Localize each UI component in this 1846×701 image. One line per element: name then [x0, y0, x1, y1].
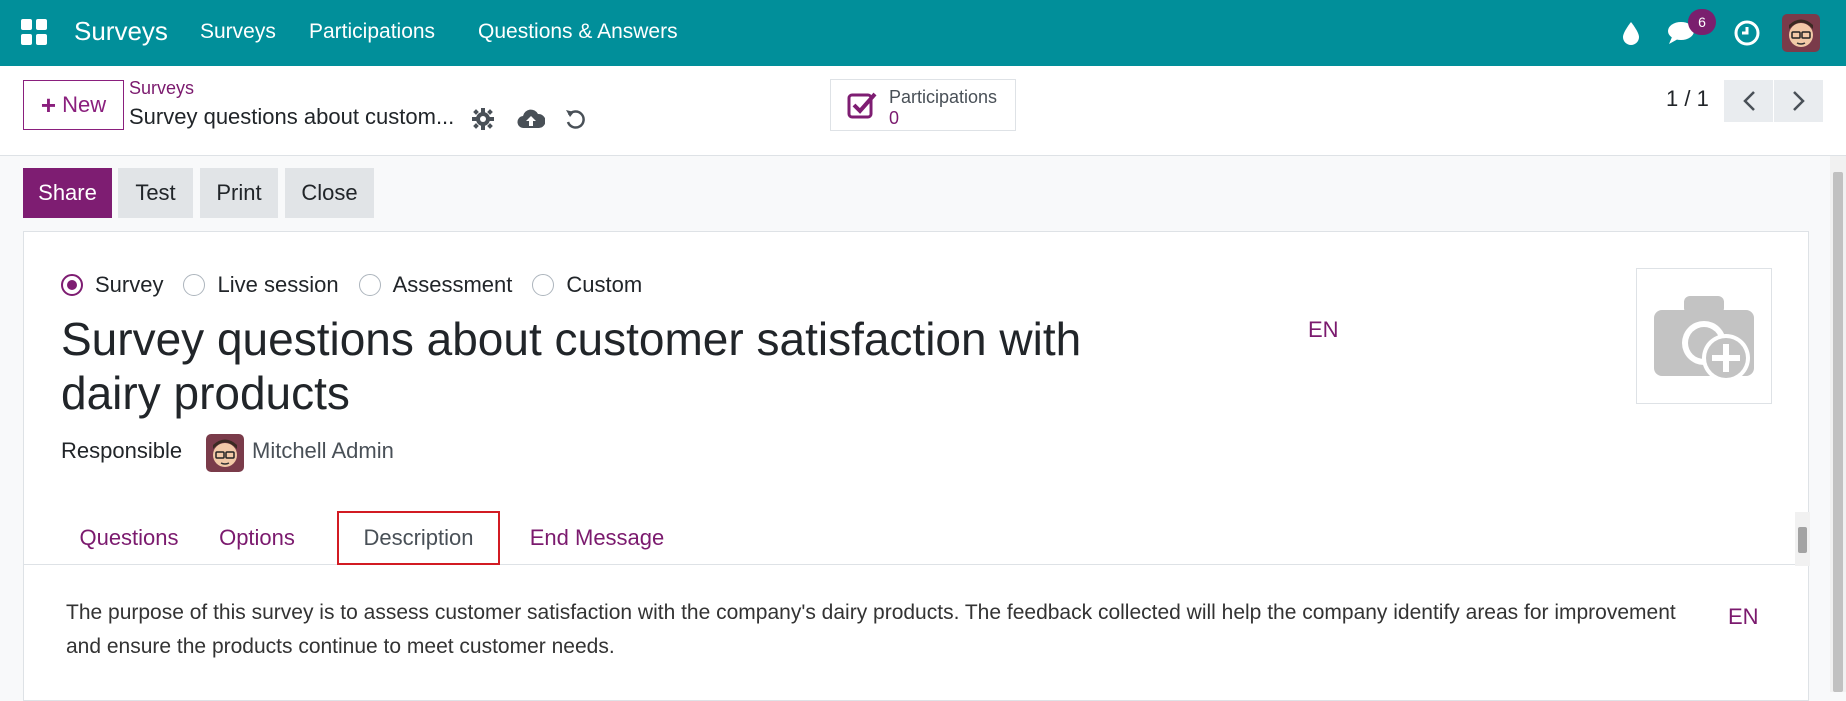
radio-live-session[interactable]: Live session: [183, 272, 339, 298]
smart-button-label: Participations: [889, 87, 998, 107]
cloud-upload-icon[interactable]: [516, 104, 546, 134]
radio-checked-icon: [61, 274, 83, 296]
radio-label: Custom: [566, 272, 643, 297]
breadcrumb-parent[interactable]: Surveys: [129, 78, 194, 99]
survey-image-upload[interactable]: [1636, 268, 1772, 404]
user-avatar[interactable]: [1782, 14, 1820, 52]
top-navbar: Surveys Surveys Participations Questions…: [0, 0, 1846, 66]
description-language-button[interactable]: EN: [1728, 604, 1759, 630]
checkbox-icon: [847, 92, 877, 119]
menu-surveys[interactable]: Surveys: [200, 20, 276, 44]
responsible-label: Responsible: [61, 438, 183, 463]
test-button[interactable]: Test: [118, 168, 193, 218]
survey-type-radio-group: Survey Live session Assessment Custom: [61, 272, 662, 298]
gear-icon[interactable]: [468, 104, 498, 134]
radio-custom[interactable]: Custom: [532, 272, 642, 298]
app-brand[interactable]: Surveys: [74, 16, 168, 47]
radio-unchecked-icon: [183, 274, 206, 296]
radio-label: Survey: [95, 272, 164, 297]
droplet-icon[interactable]: [1614, 16, 1648, 50]
chat-count-badge: 6: [1688, 9, 1716, 35]
pager-previous-icon[interactable]: [1724, 80, 1773, 122]
participations-smart-button[interactable]: Participations 0: [830, 79, 1016, 131]
notebook-tabs: Questions Options Description End Messag…: [24, 511, 1800, 565]
radio-survey[interactable]: Survey: [61, 272, 163, 298]
page-scrollbar[interactable]: [1830, 156, 1846, 692]
responsible-name[interactable]: Mitchell Admin: [252, 438, 394, 464]
radio-assessment[interactable]: Assessment: [358, 272, 513, 298]
tab-questions[interactable]: Questions: [64, 511, 194, 565]
radio-unchecked-icon: [532, 274, 555, 296]
pager-value[interactable]: 1 / 1: [1666, 86, 1709, 112]
new-button-label: New: [62, 92, 107, 117]
plus-icon: +: [40, 90, 57, 120]
clock-icon[interactable]: [1730, 16, 1764, 50]
control-panel: + New Surveys Survey questions about cus…: [0, 66, 1846, 156]
radio-unchecked-icon: [358, 274, 381, 296]
responsible-avatar[interactable]: [206, 434, 244, 472]
new-button[interactable]: + New: [23, 80, 124, 130]
form-sheet: Survey Live session Assessment Custom Su…: [23, 231, 1810, 701]
smart-button-value: 0: [889, 108, 900, 128]
print-button[interactable]: Print: [200, 168, 278, 218]
discard-icon[interactable]: [560, 104, 590, 134]
close-button[interactable]: Close: [285, 168, 374, 218]
tab-end-message[interactable]: End Message: [518, 511, 676, 565]
menu-participations[interactable]: Participations: [309, 20, 435, 44]
breadcrumb-current: Survey questions about custom...: [129, 104, 455, 129]
camera-add-icon: [1654, 296, 1754, 382]
survey-title-field[interactable]: Survey questions about customer satisfac…: [61, 312, 1141, 420]
tab-description[interactable]: Description: [337, 511, 500, 565]
tabs-scrollbar[interactable]: [1795, 512, 1810, 566]
apps-grid-icon[interactable]: [21, 19, 47, 45]
tab-options[interactable]: Options: [202, 511, 312, 565]
menu-questions-answers[interactable]: Questions & Answers: [478, 20, 678, 44]
share-button[interactable]: Share: [23, 168, 112, 218]
description-field[interactable]: The purpose of this survey is to assess …: [66, 596, 1686, 664]
radio-label: Assessment: [392, 272, 513, 297]
radio-label: Live session: [217, 272, 339, 297]
pager-next-icon[interactable]: [1774, 80, 1823, 122]
title-language-button[interactable]: EN: [1308, 317, 1339, 343]
